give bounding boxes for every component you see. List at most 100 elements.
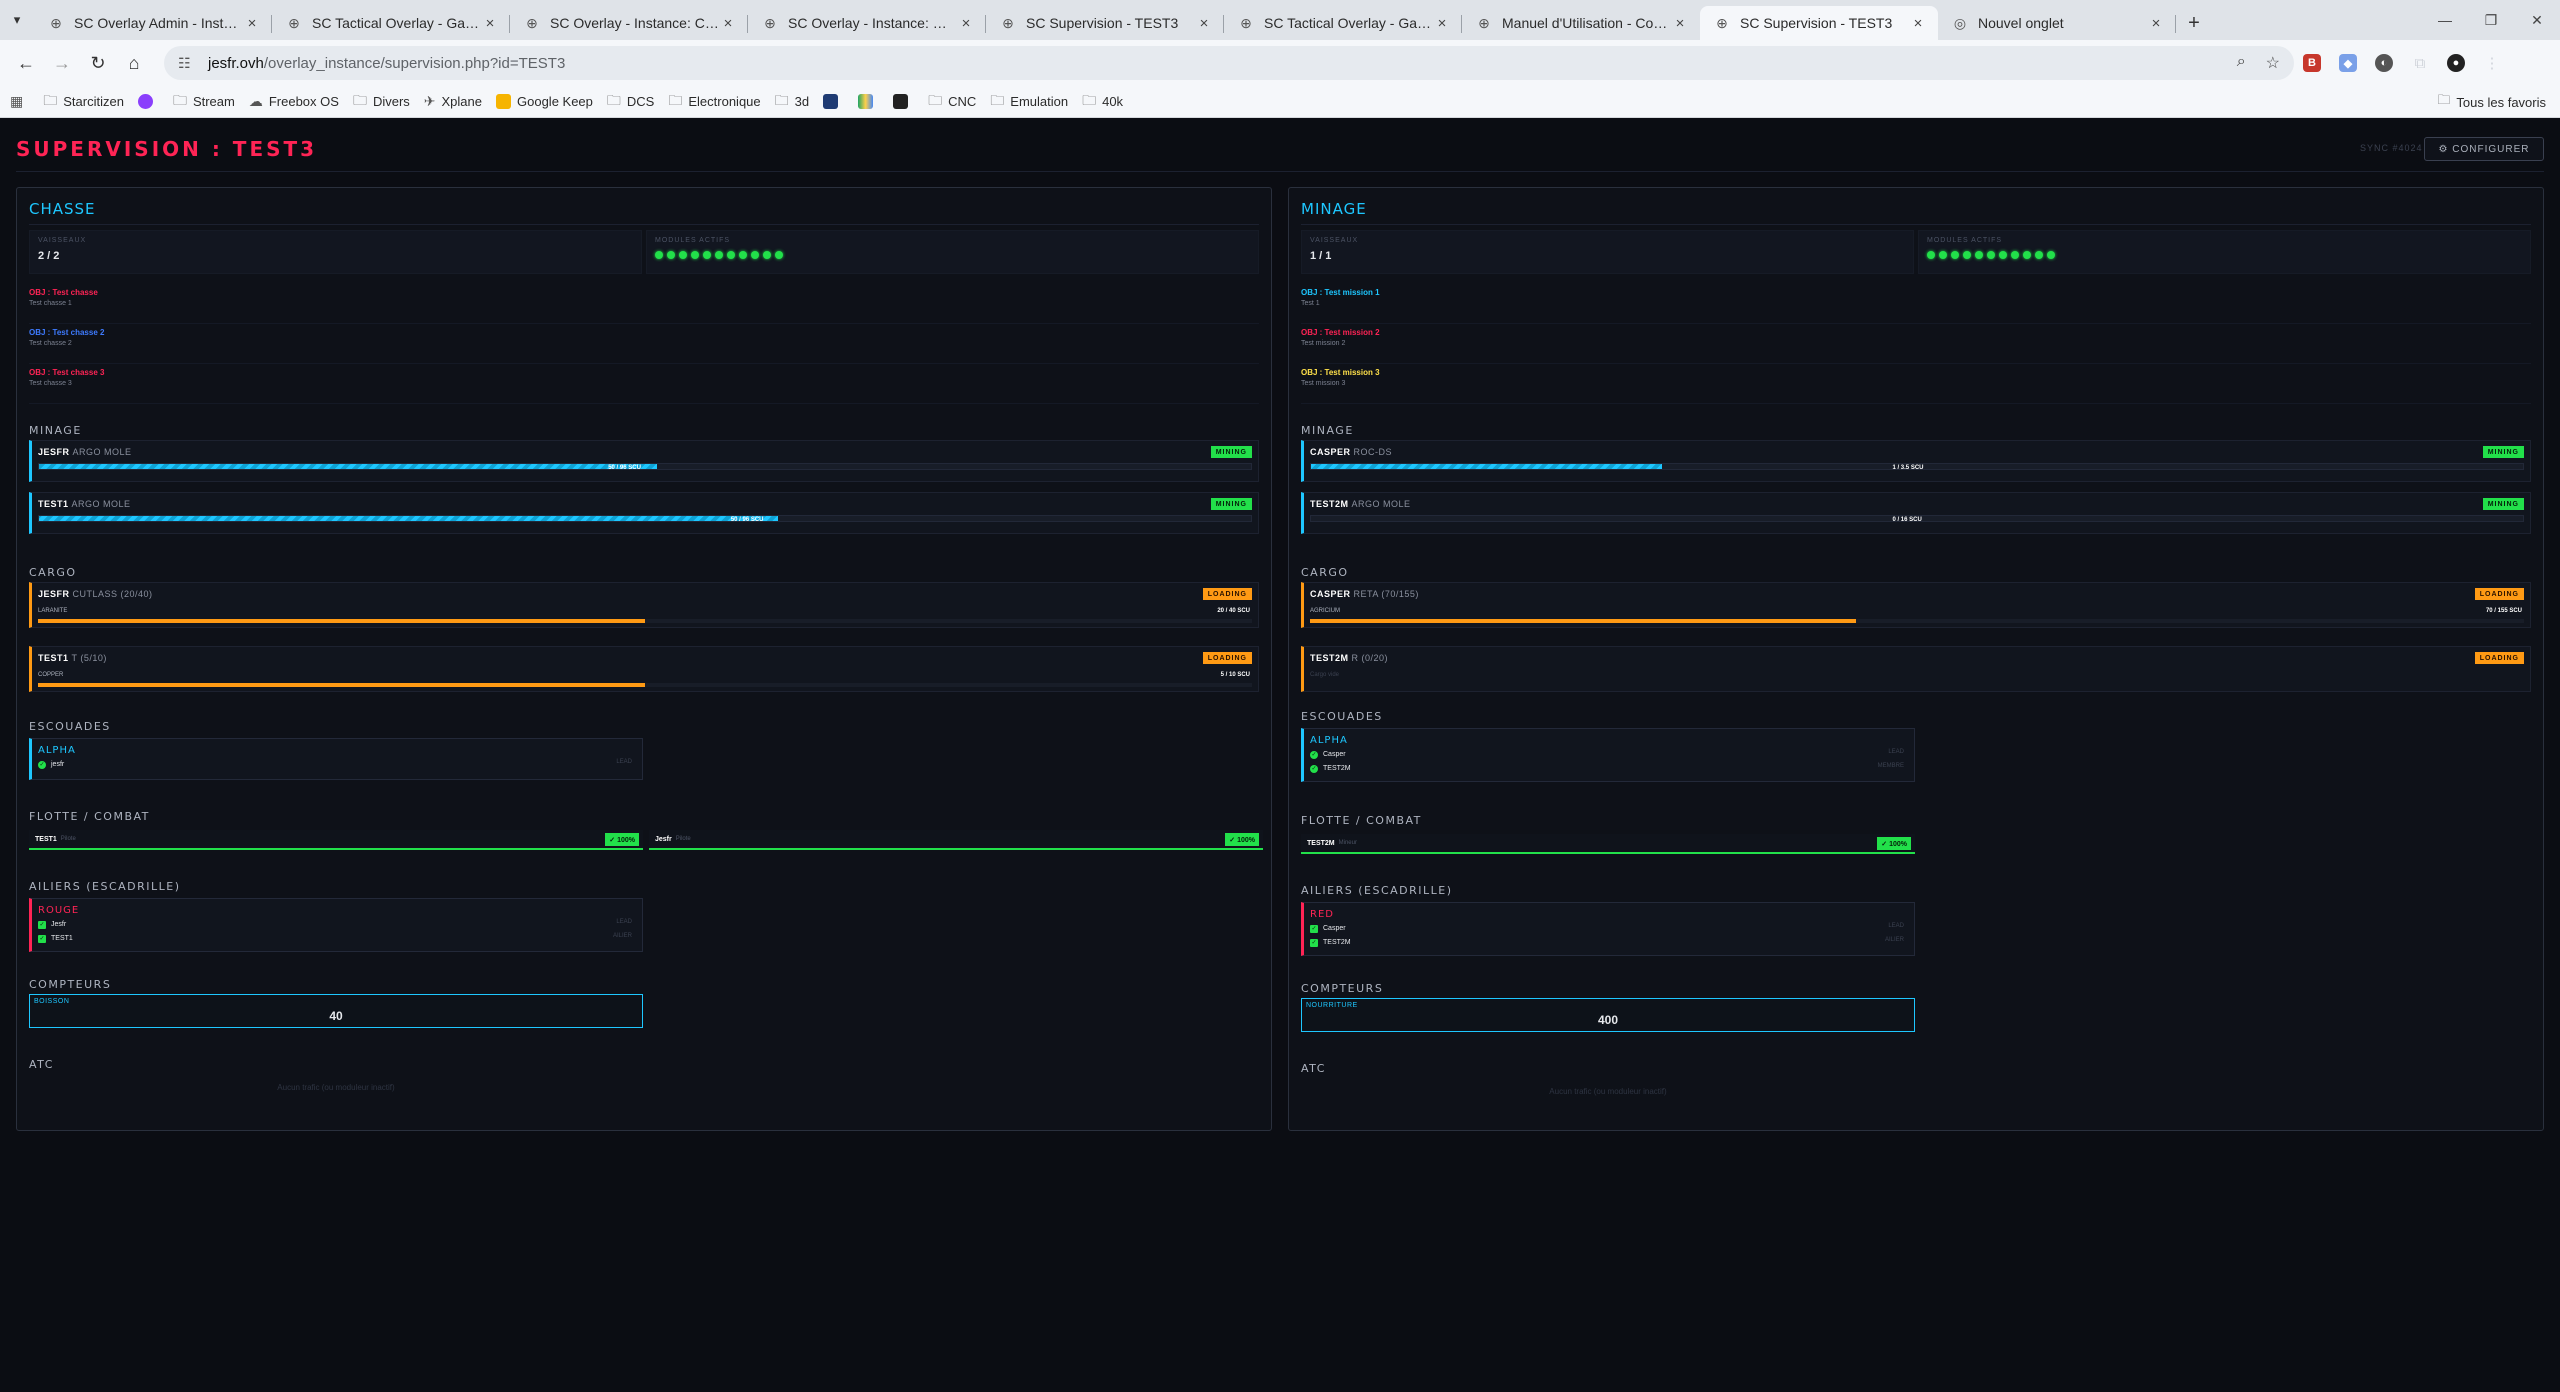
bookmark-divers[interactable]: 🗀 Divers — [353, 90, 410, 114]
close-tab-icon[interactable]: × — [482, 15, 498, 32]
browser-tab[interactable]: ◎ Nouvel onglet × — [1938, 6, 2176, 40]
site-info-icon[interactable]: ☷ — [178, 55, 198, 72]
url-path: /overlay_instance/supervision.php?id=TES… — [263, 54, 566, 72]
close-tab-icon[interactable]: × — [720, 15, 736, 32]
objective-description: Test mission 2 — [1301, 340, 1346, 347]
cargo-ship-card[interactable]: TEST2M R (0/20) LOADING Cargo vide — [1301, 646, 2531, 692]
close-tab-icon[interactable]: × — [1910, 15, 1926, 32]
browser-tab[interactable]: ⊕ SC Supervision - TEST3 × — [986, 6, 1224, 40]
close-tab-icon[interactable]: × — [1196, 15, 1212, 32]
ship-pilot: TEST1 — [38, 499, 69, 509]
forward-button[interactable]: → — [44, 45, 80, 81]
reload-button[interactable]: ↻ — [80, 45, 116, 81]
objective-title: OBJ : Test chasse 2 — [29, 328, 105, 337]
zoom-icon[interactable]: ⌕ — [2237, 53, 2246, 73]
bookmark-twitch-icon[interactable] — [137, 94, 159, 109]
mining-ship-card[interactable]: JESFR ARGO MOLE MINING 50 / 96 SCU — [29, 440, 1259, 482]
bookmark-drive-icon[interactable] — [858, 94, 879, 109]
bookmark-icon-c[interactable] — [893, 94, 914, 109]
brave-extension-icon[interactable]: B — [2294, 45, 2330, 81]
ship-model: RETA (70/155) — [1353, 589, 1419, 599]
member-name: jesfr — [51, 761, 65, 768]
extensions-puzzle-icon[interactable]: ⧉ — [2402, 45, 2438, 81]
objective-item[interactable]: OBJ : Test chasse Test chasse 1 — [29, 284, 1259, 324]
fleet-ship-row[interactable]: TEST1 Pilote ✓ 100% — [29, 830, 643, 850]
cargo-ship-card[interactable]: TEST1 T (5/10) LOADING COPPER 5 / 10 SCU — [29, 646, 1259, 692]
mining-progress-bar — [38, 463, 1252, 470]
cargo-commodity: LARANITE — [38, 608, 68, 614]
bookmark-emulation[interactable]: 🗀 Emulation — [990, 90, 1068, 114]
mining-progress-bar — [38, 515, 1252, 522]
browser-tab[interactable]: ⊕ SC Overlay Admin - Instance: C× — [34, 6, 272, 40]
browser-tab[interactable]: ⊕ SC Tactical Overlay - Gateway× — [1224, 6, 1462, 40]
browser-menu-icon[interactable]: ⋮ — [2474, 45, 2510, 81]
browser-tab[interactable]: ⊕ SC Supervision - TEST3 × — [1700, 6, 1938, 40]
module-active-dot — [1939, 251, 1947, 259]
cargo-ship-card[interactable]: JESFR CUTLASS (20/40) LOADING LARANITE 20 / … — [29, 582, 1259, 628]
wing-card[interactable]: RED ✓ Casper LEAD ✓ TEST2M AILIER — [1301, 902, 1915, 956]
browser-tab[interactable]: ⊕ SC Overlay - Instance: Minage× — [748, 6, 986, 40]
mining-ship-card[interactable]: CASPER ROC-DS MINING 1 / 3.5 SCU — [1301, 440, 2531, 482]
squad-card[interactable]: ALPHA ✓ Casper LEAD ✓ TEST2M MEMBRE — [1301, 728, 1915, 782]
close-tab-icon[interactable]: × — [1434, 15, 1450, 32]
stats-row: VAISSEAUX 2 / 2 MODULES ACTIFS — [29, 230, 1259, 274]
configure-button[interactable]: ⚙ CONFIGURER — [2424, 137, 2544, 161]
url-field[interactable]: ☷ jesfr.ovh/overlay_instance/supervision… — [164, 46, 2294, 80]
bookmark-40k[interactable]: 🗀 40k — [1082, 90, 1123, 114]
back-button[interactable]: ← — [8, 45, 44, 81]
bookmark-3d[interactable]: 🗀 3d — [775, 90, 809, 114]
mining-ship-card[interactable]: TEST2M ARGO MOLE MINING 0 / 16 SCU — [1301, 492, 2531, 534]
objective-item[interactable]: OBJ : Test mission 1 Test 1 — [1301, 284, 2531, 324]
browser-tab[interactable]: ⊕ SC Overlay - Instance: Chasse× — [510, 6, 748, 40]
squad-card[interactable]: ALPHA ✓ jesfr LEAD — [29, 738, 643, 780]
bookmark-dcs[interactable]: 🗀 DCS — [607, 90, 654, 114]
home-button[interactable]: ⌂ — [116, 45, 152, 81]
maximize-button[interactable]: ❐ — [2468, 0, 2514, 40]
ship-name: TEST1 T (5/10) — [38, 653, 107, 663]
close-tab-icon[interactable]: × — [2148, 15, 2164, 32]
ships-label: VAISSEAUX — [1310, 237, 1359, 244]
bookmark-xplane[interactable]: ✈ Xplane — [424, 93, 482, 110]
extension-shield-icon[interactable]: ◐ — [2366, 45, 2402, 81]
panel-divider — [1301, 224, 2531, 225]
all-bookmarks[interactable]: 🗀 Tous les favoris — [2437, 86, 2546, 118]
objective-item[interactable]: OBJ : Test mission 2 Test mission 2 — [1301, 324, 2531, 364]
fleet-ship-row[interactable]: Jesfr Pilote ✓ 100% — [649, 830, 1263, 850]
counter-box[interactable]: NOURRITURE 400 — [1301, 998, 1915, 1032]
new-tab-button[interactable]: + — [2176, 6, 2212, 40]
browser-tab[interactable]: ⊕ Manuel d'Utilisation - Comman× — [1462, 6, 1700, 40]
bookmarks-bar: ▦ 🗀 Starcitizen 🗀 Stream ☁ Freebox OS 🗀 Dive… — [0, 86, 2560, 118]
extension-icon[interactable]: ◆ — [2330, 45, 2366, 81]
objective-item[interactable]: OBJ : Test chasse 3 Test chasse 3 — [29, 364, 1259, 404]
minimize-button[interactable]: — — [2422, 0, 2468, 40]
globe-icon: ⊕ — [1478, 14, 1490, 31]
status-badge: LOADING — [1202, 652, 1252, 664]
counter-box[interactable]: BOISSON 40 — [29, 994, 643, 1028]
ship-model: R (0/20) — [1351, 653, 1389, 663]
cargo-ship-card[interactable]: CASPER RETA (70/155) LOADING AGRICIUM 70 / 1… — [1301, 582, 2531, 628]
close-window-button[interactable]: ✕ — [2514, 0, 2560, 40]
fleet-ship-row[interactable]: TEST2M Mineur ✓ 100% — [1301, 834, 1915, 854]
bookmark-starcitizen[interactable]: 🗀 Starcitizen — [43, 90, 124, 114]
profile-avatar[interactable]: ● — [2438, 45, 2474, 81]
wing-card[interactable]: ROUGE ✓ Jesfr LEAD ✓ TEST1 AILIER — [29, 898, 643, 952]
tab-search-button[interactable]: ▾ — [0, 0, 34, 40]
objective-item[interactable]: OBJ : Test chasse 2 Test chasse 2 — [29, 324, 1259, 364]
close-tab-icon[interactable]: × — [958, 15, 974, 32]
ship-model: ROC-DS — [1353, 447, 1393, 457]
apps-grid-icon[interactable]: ▦ — [10, 93, 29, 110]
bookmark-stream[interactable]: 🗀 Stream — [173, 90, 235, 114]
bookmark-electronique[interactable]: 🗀 Electronique — [668, 90, 760, 114]
bookmark-icon-a[interactable] — [823, 94, 844, 109]
globe-icon: ⊕ — [764, 14, 776, 31]
browser-tab[interactable]: ⊕ SC Tactical Overlay - Gateway× — [272, 6, 510, 40]
close-tab-icon[interactable]: × — [244, 15, 260, 32]
mining-ship-card[interactable]: TEST1 ARGO MOLE MINING 50 / 96 SCU — [29, 492, 1259, 534]
status-badge: LOADING — [2474, 588, 2524, 600]
objective-item[interactable]: OBJ : Test mission 3 Test mission 3 — [1301, 364, 2531, 404]
bookmark-google-keep[interactable]: Google Keep — [496, 94, 593, 109]
bookmark-star-icon[interactable]: ☆ — [2266, 53, 2280, 73]
bookmark-cnc[interactable]: 🗀 CNC — [928, 90, 976, 114]
close-tab-icon[interactable]: × — [1672, 15, 1688, 32]
bookmark-freebox[interactable]: ☁ Freebox OS — [249, 93, 339, 110]
